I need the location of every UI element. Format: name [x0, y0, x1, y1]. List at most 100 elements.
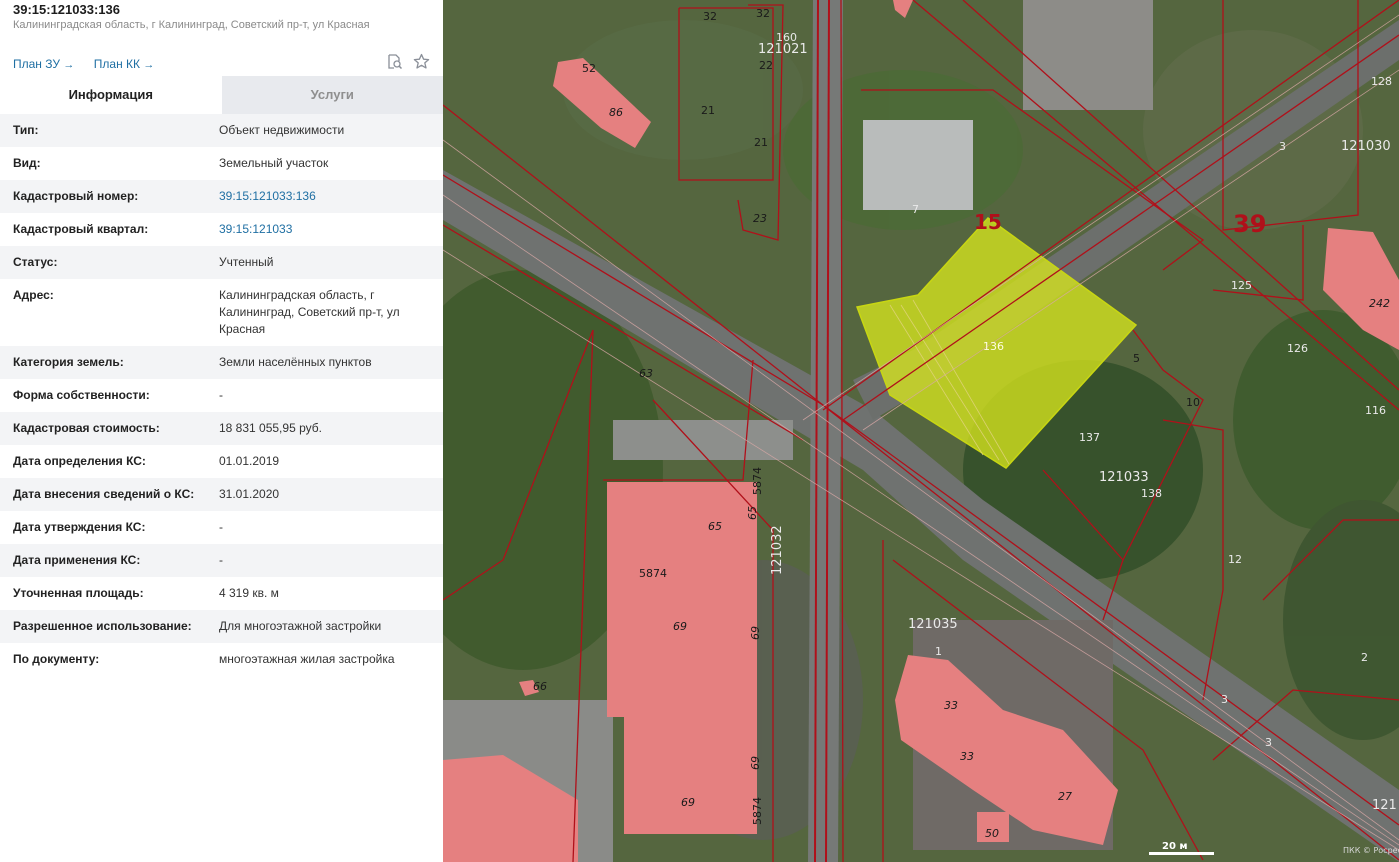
- row-value: Земли населённых пунктов: [219, 355, 372, 369]
- row-key: Кадастровый номер:: [13, 189, 139, 203]
- row-key: Разрешенное использование:: [13, 619, 192, 633]
- map-label: 242: [1369, 297, 1390, 310]
- map-label: 5874: [751, 467, 764, 495]
- map-label: 69: [749, 626, 762, 640]
- map-label: 3: [1265, 736, 1272, 749]
- quarter-label: 121021: [758, 42, 808, 57]
- quarter-label: 121033: [1099, 470, 1149, 485]
- row-value: Для многоэтажной застройки: [219, 619, 382, 633]
- map-label: 33: [944, 699, 958, 712]
- row-value: 01.01.2019: [219, 454, 280, 468]
- info-row-cadastral-number: Кадастровый номер: 39:15:121033:136: [0, 180, 443, 213]
- map-label: 10: [1186, 396, 1200, 409]
- map-canvas[interactable]: 32 32 160 121021 22 52 86 21 21 23 7 15 …: [443, 0, 1399, 862]
- cadastral-number-link[interactable]: 39:15:121033:136: [219, 188, 424, 213]
- map-label: 5: [1133, 352, 1140, 365]
- map-label: 32: [756, 7, 770, 20]
- map-label: 138: [1141, 487, 1162, 500]
- star-icon[interactable]: [413, 53, 430, 70]
- plan-kk-link[interactable]: План КК →: [94, 57, 155, 71]
- map-label: 1: [935, 645, 942, 658]
- arrow-right-icon: →: [63, 59, 75, 71]
- row-key: Дата внесения сведений о КС:: [13, 487, 195, 501]
- info-row-application-date: Дата применения КС: -: [0, 544, 443, 577]
- map-label: 116: [1365, 404, 1386, 417]
- info-row-cadastral-value: Кадастровая стоимость: 18 831 055,95 руб.: [0, 412, 443, 445]
- map-label: 65: [708, 520, 722, 533]
- map-label: 3: [1221, 693, 1228, 706]
- info-row-permitted-use: Разрешенное использование: Для многоэтажн…: [0, 610, 443, 643]
- row-key: Тип:: [13, 123, 39, 137]
- info-row-status: Статус: Учтенный: [0, 246, 443, 279]
- cadastral-quarter-link[interactable]: 39:15:121033: [219, 221, 424, 246]
- map-label: 27: [1058, 790, 1072, 803]
- info-row-type: Тип: Объект недвижимости: [0, 114, 443, 147]
- row-value: многоэтажная жилая застройка: [219, 652, 395, 666]
- scale-label: 20 м: [1162, 841, 1188, 852]
- map-label: 52: [582, 62, 596, 75]
- quarter-label: 121032: [770, 525, 785, 575]
- row-key: Адрес:: [13, 288, 54, 302]
- row-key: Дата применения КС:: [13, 553, 141, 567]
- row-value: Калининградская область, г Калининград, …: [219, 288, 400, 336]
- quarter-label: 121030: [1341, 139, 1391, 154]
- row-value: 4 319 кв. м: [219, 586, 279, 600]
- info-panel: 39:15:121033:136 Калининградская область…: [0, 0, 443, 862]
- row-key: Кадастровый квартал:: [13, 222, 149, 236]
- info-row-area: Уточненная площадь: 4 319 кв. м: [0, 577, 443, 610]
- map-label: 86: [609, 106, 623, 119]
- info-row-ownership: Форма собственности: -: [0, 379, 443, 412]
- search-document-icon[interactable]: [386, 53, 403, 70]
- tab-information[interactable]: Информация: [0, 76, 222, 114]
- info-row-address: Адрес: Калининградская область, г Калинин…: [0, 279, 443, 346]
- row-key: Категория земель:: [13, 355, 124, 369]
- row-key: Форма собственности:: [13, 388, 150, 402]
- object-title: 39:15:121033:136: [13, 2, 120, 17]
- map-label: 33: [960, 750, 974, 763]
- cadastral-map[interactable]: 32 32 160 121021 22 52 86 21 21 23 7 15 …: [443, 0, 1399, 862]
- plan-zu-label: План ЗУ: [13, 57, 60, 71]
- map-label: 126: [1287, 342, 1308, 355]
- row-value: Учтенный: [219, 255, 274, 269]
- info-table: Тип: Объект недвижимости Вид: Земельный уч…: [0, 114, 443, 676]
- map-label: 15: [974, 210, 1002, 234]
- map-label: 3: [1279, 140, 1286, 153]
- panel-tabs: Информация Услуги: [0, 76, 443, 114]
- map-label: 39: [1233, 210, 1266, 238]
- map-label: 69: [673, 620, 687, 633]
- row-key: Кадастровая стоимость:: [13, 421, 160, 435]
- map-label: 23: [753, 212, 767, 225]
- row-key: По документу:: [13, 652, 100, 666]
- plan-zu-link[interactable]: План ЗУ →: [13, 57, 74, 71]
- map-label: 12: [1228, 553, 1242, 566]
- quarter-label: 121035: [908, 617, 958, 632]
- map-label: 2: [1361, 651, 1368, 664]
- map-label: 137: [1079, 431, 1100, 444]
- row-value: -: [219, 520, 223, 534]
- map-label: 69: [749, 756, 762, 770]
- arrow-right-icon: →: [143, 59, 155, 71]
- map-label: 66: [533, 680, 547, 693]
- map-label: 128: [1371, 75, 1392, 88]
- row-key: Дата утверждения КС:: [13, 520, 146, 534]
- object-address: Калининградская область, г Калининград, …: [13, 19, 370, 31]
- row-value: -: [219, 388, 223, 402]
- copyright-text: ПКК © Росреестр: [1343, 846, 1399, 855]
- plan-kk-label: План КК: [93, 57, 141, 71]
- info-row-approval-date: Дата утверждения КС: -: [0, 511, 443, 544]
- info-row-kind: Вид: Земельный участок: [0, 147, 443, 180]
- map-label: 21: [754, 136, 768, 149]
- info-row-value-date: Дата определения КС: 01.01.2019: [0, 445, 443, 478]
- row-key: Вид:: [13, 156, 41, 170]
- tab-services[interactable]: Услуги: [221, 76, 443, 114]
- map-label: 32: [703, 10, 717, 23]
- map-label: 65: [746, 506, 759, 520]
- row-value: 18 831 055,95 руб.: [219, 421, 322, 435]
- map-label: 50: [985, 827, 999, 840]
- row-value: Земельный участок: [219, 156, 329, 170]
- info-row-land-category: Категория земель: Земли населённых пункто…: [0, 346, 443, 379]
- map-label: 5874: [639, 567, 667, 580]
- plan-links-bar: План ЗУ → План КК →: [13, 53, 430, 71]
- panel-header: 39:15:121033:136 Калининградская область…: [0, 0, 443, 32]
- selected-parcel-label: 136: [983, 340, 1004, 353]
